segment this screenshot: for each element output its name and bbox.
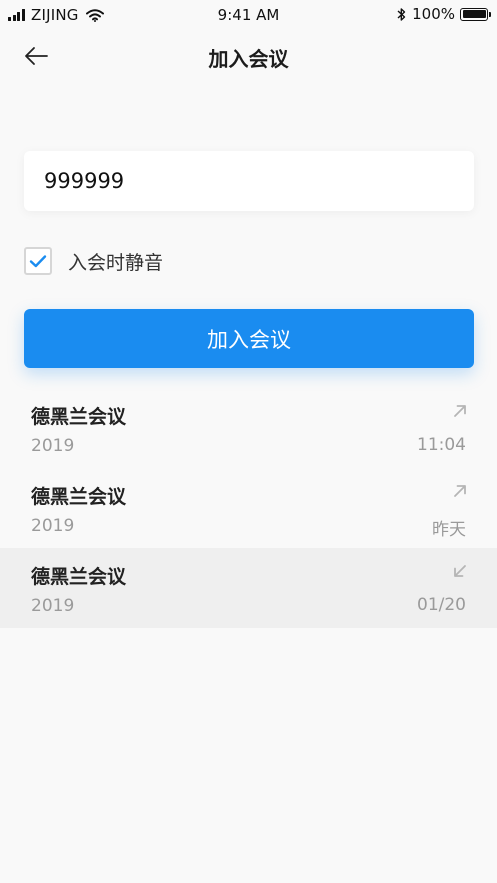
history-item[interactable]: 德黑兰会议 2019 昨天 (0, 468, 497, 548)
status-bar: ZIJING 9:41 AM 100% (0, 0, 497, 30)
mute-checkbox[interactable] (24, 247, 52, 275)
history-time: 昨天 (432, 520, 466, 540)
history-title: 德黑兰会议 (31, 486, 127, 508)
history-item[interactable]: 德黑兰会议 2019 01/20 (0, 548, 497, 628)
bluetooth-icon (397, 7, 406, 21)
incoming-arrow-icon (454, 565, 466, 577)
history-subtitle: 2019 (31, 436, 75, 456)
history-time: 11:04 (417, 435, 466, 455)
checkmark-icon (29, 255, 47, 268)
history-title: 德黑兰会议 (31, 406, 127, 428)
meeting-history-list: 德黑兰会议 2019 11:04 德黑兰会议 2019 昨天 德黑兰会议 201… (0, 388, 497, 628)
meeting-id-input[interactable] (24, 151, 474, 211)
back-button[interactable] (22, 42, 52, 70)
mute-option[interactable]: 入会时静音 (24, 245, 163, 277)
outgoing-arrow-icon (454, 405, 466, 417)
history-item[interactable]: 德黑兰会议 2019 11:04 (0, 388, 497, 468)
back-arrow-icon (25, 47, 48, 65)
history-subtitle: 2019 (31, 516, 75, 536)
battery-percent: 100% (412, 5, 455, 23)
join-meeting-button[interactable]: 加入会议 (24, 309, 474, 368)
history-title: 德黑兰会议 (31, 566, 127, 588)
history-time: 01/20 (417, 595, 466, 615)
outgoing-arrow-icon (454, 485, 466, 497)
status-right: 100% (397, 5, 491, 23)
nav-bar: 加入会议 (0, 30, 497, 82)
battery-icon (460, 7, 491, 21)
history-subtitle: 2019 (31, 596, 75, 616)
mute-label: 入会时静音 (68, 251, 164, 274)
page-title: 加入会议 (208, 47, 289, 71)
